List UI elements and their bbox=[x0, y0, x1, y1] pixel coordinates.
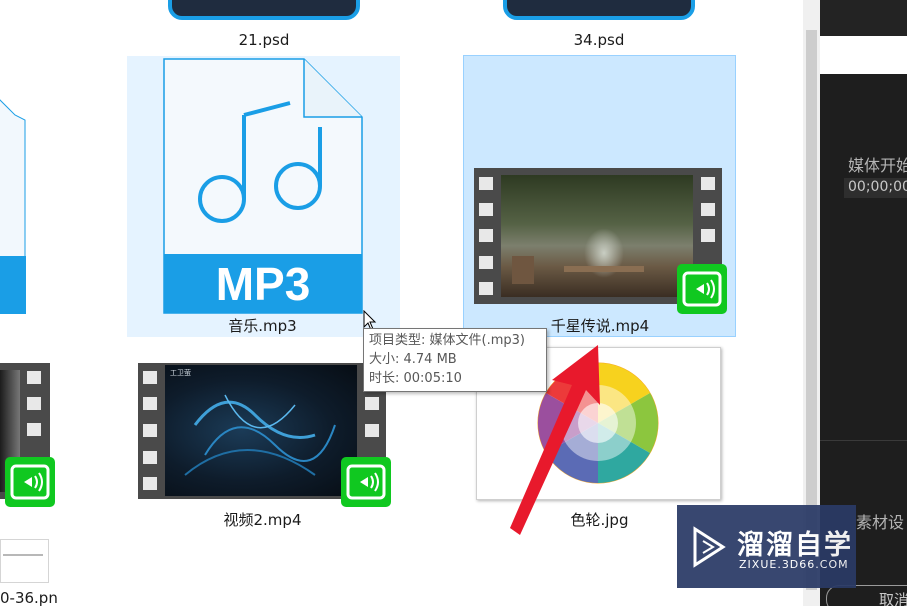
file-label-34-psd[interactable]: 34.psd bbox=[535, 31, 663, 49]
material-settings-label: 素材设 bbox=[856, 513, 905, 532]
mp3-icon-text: MP3 bbox=[215, 258, 311, 310]
file-label-partial-bottom[interactable]: 0-36.pn bbox=[0, 589, 58, 606]
watermark-url: ZIXUE.3D66.COM bbox=[739, 558, 849, 571]
psd-thumb-left[interactable] bbox=[168, 0, 360, 20]
timecode-value: 00;00;00; bbox=[848, 179, 907, 195]
tooltip-type: 项目类型: 媒体文件(.mp3) bbox=[369, 333, 525, 348]
file-label-21-psd[interactable]: 21.psd bbox=[200, 31, 328, 49]
cancel-button-label: 取消 bbox=[879, 591, 907, 606]
video-app-badge-icon-partial bbox=[5, 457, 55, 507]
file-info-tooltip: 项目类型: 媒体文件(.mp3) 大小: 4.74 MB 时长: 00:05:1… bbox=[363, 328, 547, 392]
document-thumbnail-partial[interactable] bbox=[0, 539, 49, 583]
media-start-label: 媒体开始 bbox=[848, 156, 907, 175]
video-app-badge-icon bbox=[677, 264, 727, 314]
tooltip-duration: 时长: 00:05:10 bbox=[369, 371, 462, 386]
cancel-button[interactable]: 取消 bbox=[826, 585, 907, 606]
file-label-video2[interactable]: 视频2.mp4 bbox=[180, 509, 345, 530]
timecode-field[interactable]: 00;00;00; bbox=[844, 178, 907, 198]
video2-app-badge-icon bbox=[341, 457, 391, 507]
watermark-title: 溜溜自学 bbox=[737, 530, 853, 561]
file-label-mp3[interactable]: 音乐.mp3 bbox=[180, 315, 345, 336]
video2-thumb-text: 工卫萤 bbox=[170, 369, 191, 377]
tooltip-size: 大小: 4.74 MB bbox=[369, 352, 457, 367]
watermark-logo: 溜溜自学 ZIXUE.3D66.COM bbox=[677, 505, 856, 588]
psd-thumb-right[interactable] bbox=[503, 0, 695, 20]
play-logo-icon bbox=[693, 526, 726, 568]
file-icon-partial-left[interactable] bbox=[0, 90, 27, 315]
